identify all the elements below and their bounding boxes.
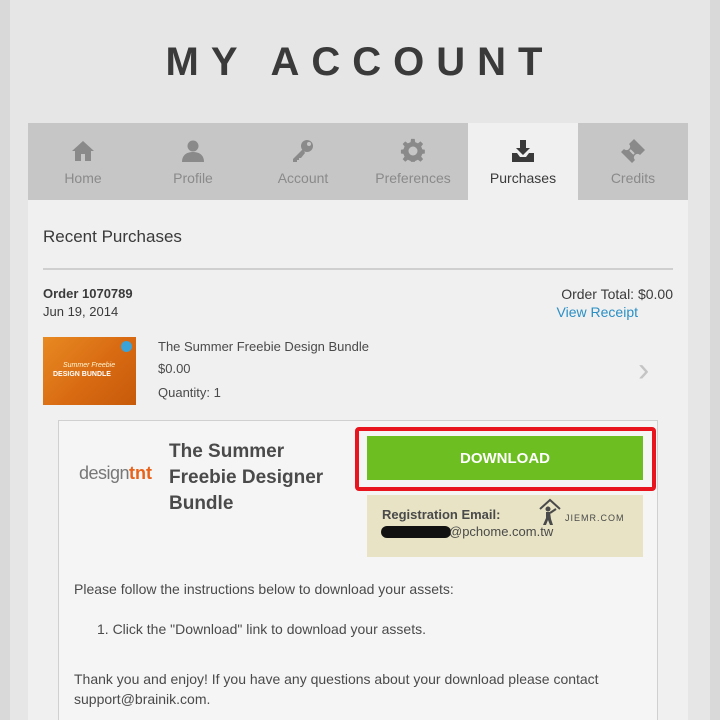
order-total: Order Total: $0.00 xyxy=(561,286,673,302)
product-name: The Summer Freebie Design Bundle xyxy=(158,339,369,354)
tab-account-label: Account xyxy=(277,170,329,186)
thumbnail-text-line1: Summer Freebie xyxy=(63,362,116,369)
thumbnail-text-line2: DESIGN BUNDLE xyxy=(53,371,111,378)
purchases-panel: Recent Purchases Order 1070789 Jun 19, 2… xyxy=(28,200,688,720)
thumbnail-badge-icon xyxy=(121,341,132,352)
product-price: $0.00 xyxy=(158,361,191,376)
logo-text-tnt: tnt xyxy=(129,463,153,483)
download-instructions: Please follow the instructions below to … xyxy=(74,581,454,597)
tab-credits[interactable]: Credits xyxy=(578,123,688,200)
instruction-step-1: 1. Click the "Download" link to download… xyxy=(97,621,426,637)
tab-home[interactable]: Home xyxy=(28,123,138,200)
account-tabs: Home Profile Account Preferences Purchas… xyxy=(28,123,688,200)
bundle-title: The Summer Freebie Designer Bundle xyxy=(169,441,324,514)
recent-purchases-heading: Recent Purchases xyxy=(43,227,182,246)
thanks-message: Thank you and enjoy! If you have any que… xyxy=(74,671,599,707)
watermark-figure-icon xyxy=(539,498,561,525)
tab-profile[interactable]: Profile xyxy=(138,123,248,200)
tab-preferences[interactable]: Preferences xyxy=(358,123,468,200)
logo-text-design: design xyxy=(79,463,130,483)
tab-account[interactable]: Account xyxy=(248,123,358,200)
page-title: MY ACCOUNT xyxy=(165,40,555,84)
key-icon xyxy=(290,138,316,164)
home-icon xyxy=(70,138,96,164)
tab-profile-label: Profile xyxy=(173,170,213,186)
redacted-email-mark xyxy=(381,526,451,538)
gear-icon xyxy=(400,138,426,164)
tab-credits-label: Credits xyxy=(610,170,656,186)
tab-home-label: Home xyxy=(64,170,102,186)
download-card: designtnt The Summer Freebie Designer Bu… xyxy=(58,420,658,720)
tab-purchases[interactable]: Purchases xyxy=(468,123,578,200)
tab-preferences-label: Preferences xyxy=(375,170,451,186)
profile-icon xyxy=(180,138,206,164)
tab-purchases-label: Purchases xyxy=(489,170,557,186)
chevron-right-icon[interactable]: › xyxy=(638,353,658,387)
watermark-text: JIEMR.COM xyxy=(565,513,625,523)
download-tray-icon xyxy=(510,138,536,164)
order-number: Order 1070789 xyxy=(43,286,133,301)
product-thumbnail[interactable]: Summer Freebie DESIGN BUNDLE xyxy=(43,337,136,405)
order-date: Jun 19, 2014 xyxy=(43,304,119,319)
registration-email-label: Registration Email: xyxy=(382,507,501,522)
designtnt-logo: designtnt xyxy=(79,463,152,484)
divider xyxy=(43,268,673,270)
download-button[interactable]: DOWNLOAD xyxy=(367,436,643,480)
registration-box: Registration Email: @pchome.com.tw JIEMR… xyxy=(367,495,643,557)
product-quantity: Quantity: 1 xyxy=(158,385,221,400)
view-receipt-link[interactable]: View Receipt xyxy=(557,304,638,320)
ticket-icon xyxy=(620,138,646,164)
